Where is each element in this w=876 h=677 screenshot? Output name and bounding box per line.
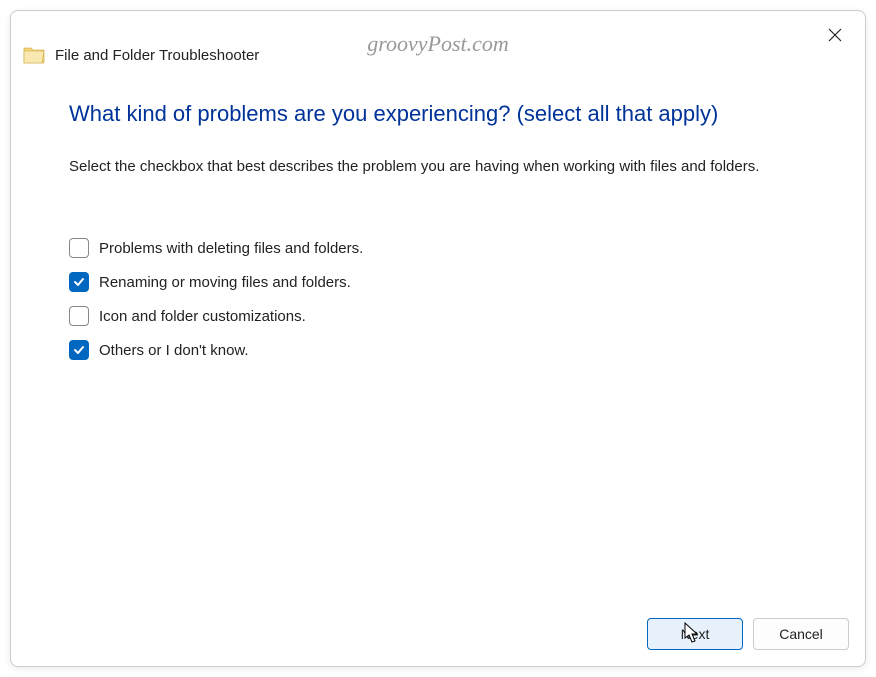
- option-label: Renaming or moving files and folders.: [99, 274, 351, 291]
- next-button[interactable]: Next: [647, 618, 743, 650]
- page-description: Select the checkbox that best describes …: [69, 155, 807, 178]
- checkbox[interactable]: [69, 306, 89, 326]
- option-label: Icon and folder customizations.: [99, 308, 306, 325]
- option-label: Problems with deleting files and folders…: [99, 240, 363, 257]
- option-rename-move[interactable]: Renaming or moving files and folders.: [69, 272, 807, 292]
- checkbox[interactable]: [69, 340, 89, 360]
- option-delete-problems[interactable]: Problems with deleting files and folders…: [69, 238, 807, 258]
- options-list: Problems with deleting files and folders…: [69, 238, 807, 360]
- app-title: File and Folder Troubleshooter: [55, 47, 259, 64]
- close-icon: [828, 28, 842, 47]
- footer-buttons: Next Cancel: [11, 604, 865, 666]
- option-others[interactable]: Others or I don't know.: [69, 340, 807, 360]
- option-icon-customization[interactable]: Icon and folder customizations.: [69, 306, 807, 326]
- header-row: File and Folder Troubleshooter: [11, 11, 865, 73]
- folder-icon: [23, 45, 45, 65]
- cancel-button[interactable]: Cancel: [753, 618, 849, 650]
- option-label: Others or I don't know.: [99, 342, 249, 359]
- checkbox[interactable]: [69, 238, 89, 258]
- page-heading: What kind of problems are you experienci…: [69, 101, 807, 127]
- close-button[interactable]: [819, 21, 851, 53]
- content-area: What kind of problems are you experienci…: [11, 73, 865, 604]
- troubleshooter-dialog: groovyPost.com File and Folder Troublesh…: [10, 10, 866, 667]
- checkbox[interactable]: [69, 272, 89, 292]
